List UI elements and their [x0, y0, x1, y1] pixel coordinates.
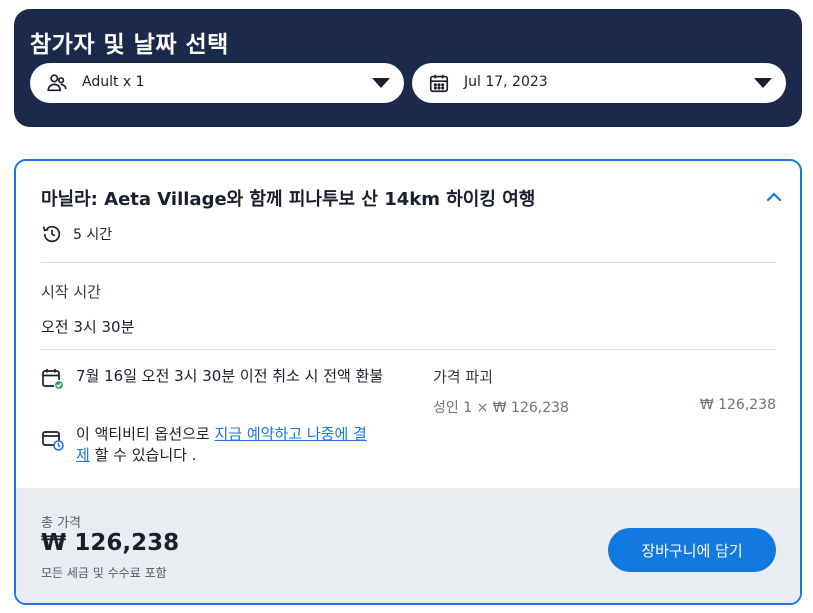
header-title: 참가자 및 날짜 선택 — [30, 32, 229, 58]
price-footer: 총 가격 ₩ 126,238 모든 세금 및 수수료 포함 장바구니에 담기 — [16, 488, 800, 603]
participants-icon — [47, 74, 67, 92]
price-line-label: 성인 1 × ₩ 126,238 — [433, 400, 569, 416]
chevron-down-icon — [372, 78, 390, 88]
duration-row: 5 시간 — [41, 223, 112, 245]
wallet-clock-icon — [42, 431, 64, 451]
clock-history-icon — [42, 225, 61, 243]
calendar-icon — [429, 74, 449, 93]
duration-text: 5 시간 — [73, 227, 113, 243]
total-price-value: ₩ 126,238 — [41, 530, 180, 556]
reserve-prefix: 이 액티비티 옵션으로 — [76, 425, 215, 443]
reserve-later-text: 이 액티비티 옵션으로 지금 예약하고 나중에 결제 할 수 있습니다 . — [76, 424, 376, 466]
chevron-up-icon[interactable] — [764, 187, 784, 207]
date-value: Jul 17, 2023 — [464, 74, 548, 90]
chevron-down-icon — [754, 78, 772, 88]
tour-option-card: 마닐라: Aeta Village와 함께 피나투보 산 14km 하이킹 여행… — [14, 159, 802, 605]
reserve-suffix: 할 수 있습니다 . — [89, 446, 197, 464]
start-time-value: 오전 3시 30분 — [41, 318, 135, 336]
add-to-cart-button[interactable]: 장바구니에 담기 — [608, 528, 776, 572]
participants-value: Adult x 1 — [82, 74, 145, 90]
cancellation-policy: 7월 16일 오전 3시 30분 이전 취소 시 전액 환불 — [76, 367, 384, 385]
total-price-label: 총 가격 — [41, 516, 82, 531]
divider — [41, 349, 776, 350]
participants-dropdown[interactable]: Adult x 1 — [30, 63, 404, 103]
divider — [41, 262, 776, 263]
date-dropdown[interactable]: Jul 17, 2023 — [412, 63, 786, 103]
total-price-note: 모든 세금 및 수수료 포함 — [41, 566, 167, 580]
start-time-label: 시작 시간 — [41, 283, 101, 301]
price-breakdown-title: 가격 파괴 — [433, 368, 493, 386]
calendar-check-icon — [42, 369, 65, 391]
tour-title: 마닐라: Aeta Village와 함께 피나투보 산 14km 하이킹 여행 — [41, 189, 536, 210]
price-line-amount: ₩ 126,238 — [699, 397, 776, 413]
selection-header: 참가자 및 날짜 선택 Adult x 1 Jul 17, 2023 — [14, 9, 802, 127]
